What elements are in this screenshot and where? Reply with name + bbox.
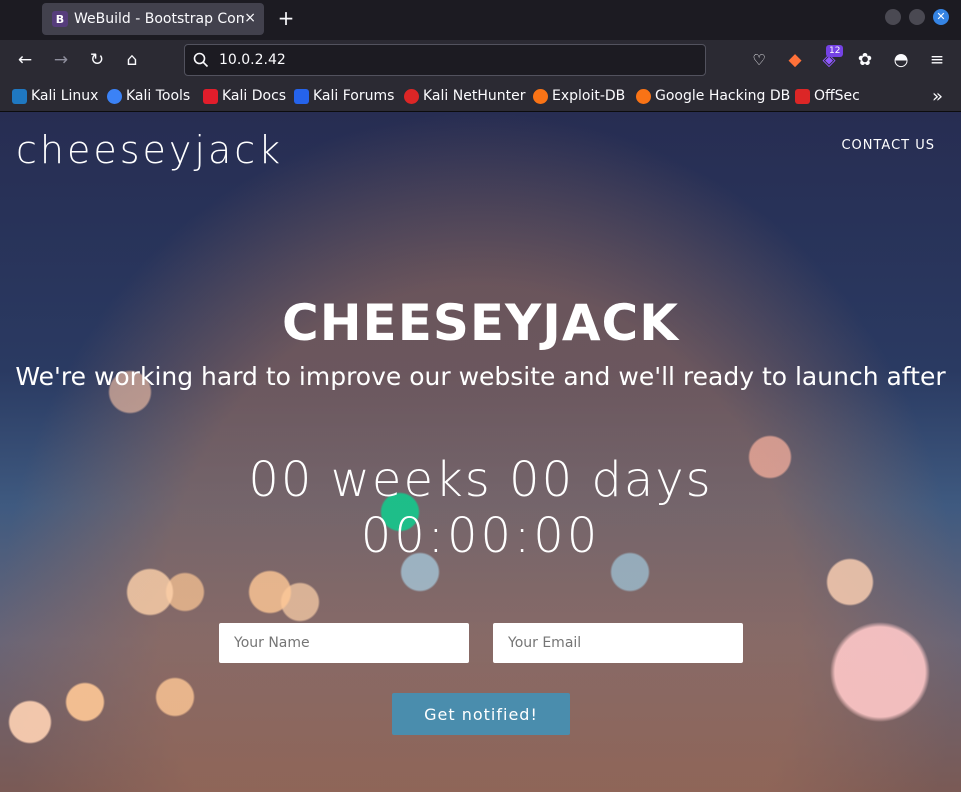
search-icon (193, 52, 209, 68)
menu-hamburger-icon[interactable]: ≡ (926, 49, 948, 71)
close-tab-icon[interactable]: × (244, 10, 256, 26)
address-bar[interactable]: 10.0.2.42 (184, 44, 706, 76)
cookie-icon[interactable]: ✿ (854, 49, 876, 71)
pocket-icon[interactable]: ♡ (748, 49, 770, 71)
ghdb-icon (636, 88, 651, 104)
nethunter-icon (404, 88, 419, 104)
tab-bar: B WeBuild - Bootstrap Com × + ✕ (0, 0, 961, 40)
forward-arrow-icon[interactable]: → (50, 49, 72, 71)
countdown-weeks-days: 00 weeks 00 days (248, 452, 713, 508)
bookmark-google-hacking-db[interactable]: Google Hacking DB (636, 87, 790, 105)
bookmarks-toolbar: Kali Linux Kali Tools Kali Docs Kali For… (0, 80, 961, 112)
bookmark-kali-tools[interactable]: Kali Tools (107, 87, 190, 105)
bookmark-kali-nethunter[interactable]: Kali NetHunter (404, 87, 525, 105)
name-input[interactable] (219, 623, 469, 663)
maximize-window-button[interactable] (909, 9, 925, 25)
minimize-window-button[interactable] (885, 9, 901, 25)
close-window-button[interactable]: ✕ (933, 9, 949, 25)
bootstrap-favicon-icon: B (52, 11, 68, 27)
kali-tools-icon (107, 88, 122, 104)
url-text: 10.0.2.42 (219, 52, 286, 68)
web-page: cheeseyjack CONTACT US CHEESEYJACK We're… (0, 112, 961, 792)
back-arrow-icon[interactable]: ← (14, 49, 36, 71)
hat-extension-icon[interactable]: ◓ (890, 49, 912, 71)
bookmark-kali-linux[interactable]: Kali Linux (12, 87, 98, 105)
kali-dragon-icon (12, 88, 27, 104)
reload-icon[interactable]: ↻ (86, 49, 108, 71)
extension-fox-icon[interactable]: ◆ (784, 49, 806, 71)
site-brand[interactable]: cheeseyjack (16, 128, 283, 172)
contact-us-link[interactable]: CONTACT US (841, 138, 935, 153)
kali-docs-icon (203, 88, 218, 104)
exploit-db-icon (533, 88, 548, 104)
browser-tab[interactable]: B WeBuild - Bootstrap Com × (42, 3, 264, 35)
email-input[interactable] (493, 623, 743, 663)
bookmark-exploit-db[interactable]: Exploit-DB (533, 87, 625, 105)
extension-badge: 12 (826, 45, 844, 57)
offsec-icon (795, 88, 810, 104)
bookmark-kali-docs[interactable]: Kali Docs (203, 87, 286, 105)
new-tab-button[interactable]: + (276, 6, 296, 30)
bookmark-kali-forums[interactable]: Kali Forums (294, 87, 394, 105)
hero-title: CHEESEYJACK (282, 294, 679, 352)
bookmarks-overflow-icon[interactable]: » (932, 86, 943, 107)
countdown-time: 00:00:00 (360, 508, 601, 564)
kali-forums-icon (294, 88, 309, 104)
home-icon[interactable]: ⌂ (121, 49, 143, 71)
tab-title: WeBuild - Bootstrap Com (74, 11, 244, 27)
get-notified-button[interactable]: Get notified! (392, 693, 570, 735)
bookmark-offsec[interactable]: OffSec (795, 87, 860, 105)
hero-subtitle: We're working hard to improve our websit… (15, 362, 946, 391)
